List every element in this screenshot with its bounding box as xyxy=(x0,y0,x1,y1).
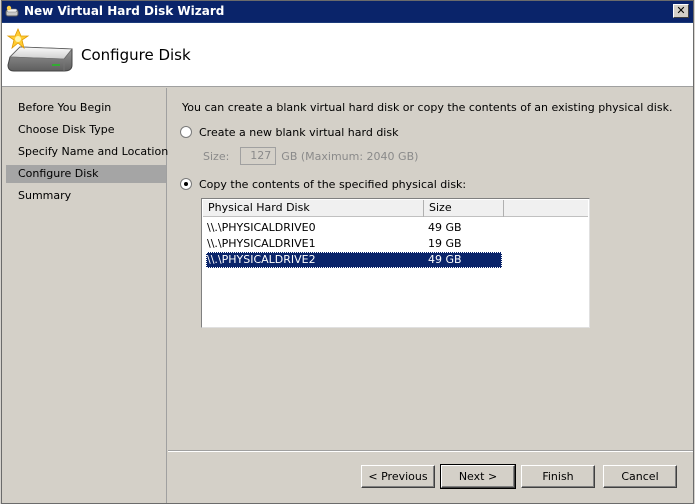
disk-name-cell: \\.\PHYSICALDRIVE2 xyxy=(207,253,316,266)
list-header: Physical Hard Disk Size xyxy=(203,200,588,217)
copy-physical-radio[interactable] xyxy=(180,178,192,190)
sidebar-item-summary[interactable]: Summary xyxy=(6,187,166,205)
disk-size-cell: 49 GB xyxy=(428,253,462,266)
page-title: Configure Disk xyxy=(81,46,191,64)
hard-disk-sparkle-icon xyxy=(6,27,73,72)
create-blank-disk-option[interactable]: Create a new blank virtual hard disk xyxy=(180,124,398,140)
table-row[interactable]: \\.\PHYSICALDRIVE1 19 GB xyxy=(206,236,502,252)
close-button[interactable]: ✕ xyxy=(673,4,689,18)
sidebar-item-configure-disk[interactable]: Configure Disk xyxy=(6,165,166,183)
create-blank-label: Create a new blank virtual hard disk xyxy=(199,125,399,139)
size-label: Size: xyxy=(203,149,230,163)
size-row: Size: 127 GB (Maximum: 2040 GB) xyxy=(203,147,418,165)
wizard-steps-sidebar: Before You Begin Choose Disk Type Specif… xyxy=(2,88,168,503)
disk-name-cell: \\.\PHYSICALDRIVE1 xyxy=(207,237,316,250)
sidebar-item-before-you-begin[interactable]: Before You Begin xyxy=(6,99,166,117)
table-row[interactable]: \\.\PHYSICALDRIVE0 49 GB xyxy=(206,220,502,236)
size-max-label: GB (Maximum: 2040 GB) xyxy=(281,149,419,163)
table-row-selected[interactable]: \\.\PHYSICALDRIVE2 49 GB xyxy=(206,252,502,268)
virtual-disk-app-icon xyxy=(5,5,19,17)
wizard-header: Configure Disk xyxy=(2,23,693,87)
configure-disk-panel: You can create a blank virtual hard disk… xyxy=(168,88,693,450)
footer-divider xyxy=(168,450,693,452)
previous-button[interactable]: < Previous xyxy=(361,465,435,488)
title-bar[interactable]: New Virtual Hard Disk Wizard ✕ xyxy=(2,1,693,23)
wizard-window: New Virtual Hard Disk Wizard ✕ Configure… xyxy=(1,0,694,504)
disk-size-cell: 19 GB xyxy=(428,237,462,250)
create-blank-radio[interactable] xyxy=(180,126,192,138)
disk-name-cell: \\.\PHYSICALDRIVE0 xyxy=(207,221,316,234)
copy-physical-disk-option[interactable]: Copy the contents of the specified physi… xyxy=(180,176,466,192)
sidebar-item-choose-disk-type[interactable]: Choose Disk Type xyxy=(6,121,166,139)
physical-disk-list[interactable]: Physical Hard Disk Size \\.\PHYSICALDRIV… xyxy=(201,198,590,328)
column-header-filler xyxy=(504,200,588,217)
cancel-button[interactable]: Cancel xyxy=(603,465,677,488)
close-icon: ✕ xyxy=(676,4,686,17)
copy-physical-label: Copy the contents of the specified physi… xyxy=(199,177,467,191)
disk-size-cell: 49 GB xyxy=(428,221,462,234)
next-button[interactable]: Next > xyxy=(440,464,516,489)
sidebar-item-specify-name-location[interactable]: Specify Name and Location xyxy=(6,143,168,161)
finish-button[interactable]: Finish xyxy=(521,465,595,488)
size-input[interactable]: 127 xyxy=(240,147,277,165)
window-title: New Virtual Hard Disk Wizard xyxy=(24,4,225,18)
intro-text: You can create a blank virtual hard disk… xyxy=(182,101,673,114)
column-header-physical-hard-disk[interactable]: Physical Hard Disk xyxy=(203,200,424,217)
column-header-size[interactable]: Size xyxy=(424,200,504,217)
